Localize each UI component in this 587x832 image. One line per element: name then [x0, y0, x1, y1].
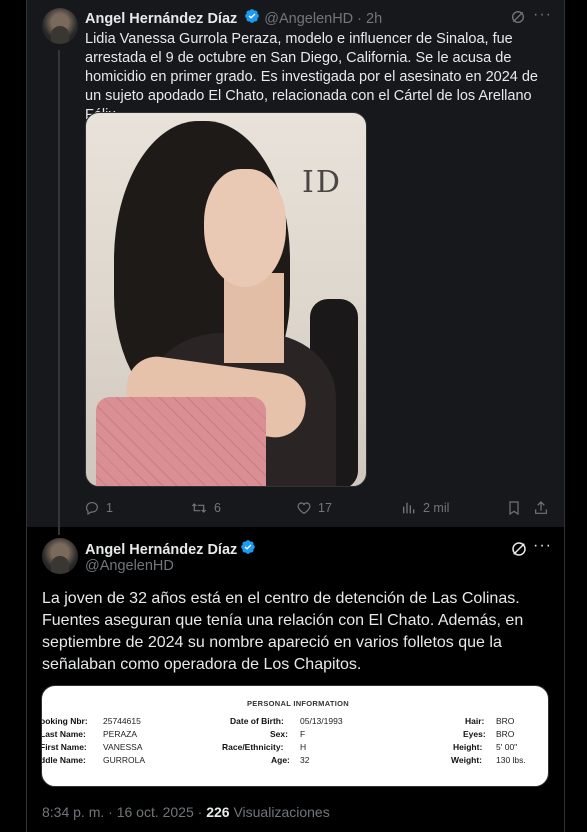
- doc-label: Last Name:: [41, 729, 86, 739]
- verified-badge-icon: [244, 8, 260, 29]
- doc-label: Weight:: [451, 755, 483, 765]
- tweet-1-header: Angel Hernández Díaz @AngelenHD · 2h: [85, 8, 382, 29]
- author-handle[interactable]: @AngelenHD: [264, 11, 353, 27]
- doc-label: ddle Name:: [41, 755, 86, 765]
- photo-bag: [96, 397, 266, 486]
- photo-neck: [224, 273, 284, 363]
- more-options-icon[interactable]: ···: [533, 537, 552, 555]
- grok-icon[interactable]: [510, 9, 526, 30]
- like-button[interactable]: 17: [296, 500, 332, 516]
- doc-label: Sex:: [270, 729, 288, 739]
- author-name[interactable]: Angel Hernández Díaz: [85, 542, 237, 558]
- doc-value: 5' 00": [496, 742, 518, 752]
- views-count: 226: [206, 804, 230, 820]
- views-count: 2 mil: [423, 501, 450, 515]
- analytics-icon: [401, 500, 417, 516]
- tweet-1-actions: 1 6 17 2 mil: [0, 500, 587, 518]
- document-title: PERSONAL INFORMATION: [247, 699, 349, 708]
- doc-value: H: [300, 742, 307, 752]
- tweet-2-text: La joven de 32 años está en el centro de…: [42, 590, 524, 673]
- tweet-2-header: Angel Hernández Díaz: [85, 539, 256, 560]
- thread-connector-line: [58, 50, 60, 535]
- doc-value: BRO: [496, 729, 515, 739]
- share-icon: [533, 500, 549, 516]
- doc-value: BRO: [496, 716, 515, 726]
- doc-value: PERAZA: [103, 729, 138, 739]
- separator-dot: ·: [357, 10, 363, 27]
- repost-button[interactable]: 6: [190, 500, 221, 516]
- photo-face: [204, 169, 286, 287]
- tweet-timestamp[interactable]: 8:34 p. m. · 16 oct. 2025 ·: [42, 804, 206, 820]
- doc-value: 130 lbs.: [496, 755, 526, 765]
- doc-label: Height:: [453, 742, 483, 752]
- photo-background-logo: ID: [302, 165, 342, 200]
- author-name[interactable]: Angel Hernández Díaz: [85, 11, 237, 27]
- tweet-1-text: Lidia Vanessa Gurrola Peraza, modelo e i…: [85, 31, 538, 123]
- tweet-1-photo[interactable]: ID: [85, 112, 367, 487]
- avatar[interactable]: [42, 538, 78, 574]
- verified-badge-icon: [240, 539, 256, 560]
- timeline-right-border: [564, 0, 565, 832]
- reply-count: 1: [106, 501, 113, 515]
- heart-icon: [296, 500, 312, 516]
- avatar[interactable]: [42, 8, 78, 44]
- views-label: Visualizaciones: [229, 804, 330, 820]
- grok-icon[interactable]: [510, 540, 528, 563]
- doc-value: F: [300, 729, 306, 739]
- repost-icon: [190, 500, 208, 516]
- reply-button[interactable]: 1: [84, 500, 113, 516]
- doc-label: Hair:: [465, 716, 485, 726]
- doc-label: Race/Ethnicity:: [222, 742, 284, 752]
- doc-label: Date of Birth:: [230, 716, 284, 726]
- doc-value: GURROLA: [103, 755, 146, 765]
- doc-label: Eyes:: [463, 729, 486, 739]
- bookmark-button[interactable]: [506, 500, 522, 516]
- reply-icon: [84, 500, 100, 516]
- views-button[interactable]: 2 mil: [401, 500, 449, 516]
- like-count: 17: [318, 501, 332, 515]
- bookmark-icon: [506, 500, 522, 516]
- more-options-icon[interactable]: ···: [533, 6, 552, 24]
- tweet-2-document-image[interactable]: PERSONAL INFORMATION ooking Nbr: Last Na…: [41, 685, 549, 787]
- share-button[interactable]: [533, 500, 549, 516]
- tweet-2-meta: 8:34 p. m. · 16 oct. 2025 · 226 Visualiz…: [42, 804, 330, 820]
- tweet-time[interactable]: 2h: [366, 11, 382, 27]
- doc-value: VANESSA: [103, 742, 143, 752]
- doc-value: 25744615: [103, 716, 141, 726]
- doc-label: First Name:: [41, 742, 87, 752]
- doc-label: ooking Nbr:: [41, 716, 88, 726]
- doc-value: 05/13/1993: [300, 716, 343, 726]
- author-handle[interactable]: @AngelenHD: [85, 558, 174, 574]
- doc-label: Age:: [271, 755, 290, 765]
- repost-count: 6: [214, 501, 221, 515]
- doc-value: 32: [300, 755, 310, 765]
